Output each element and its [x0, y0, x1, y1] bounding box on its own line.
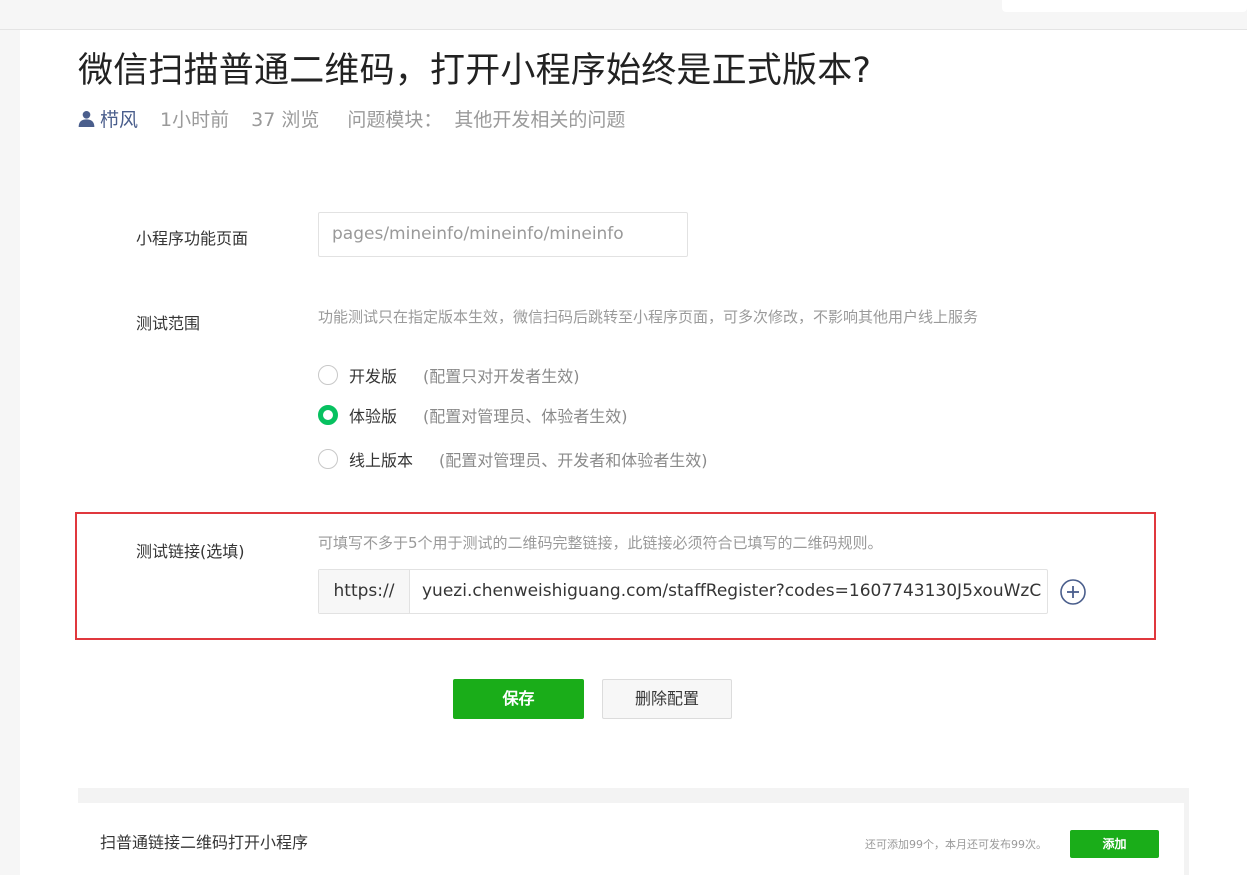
add-circle-icon[interactable]: [1059, 578, 1087, 606]
test-link-label: 测试链接(选填): [136, 542, 245, 561]
module-value[interactable]: 其他开发相关的问题: [454, 105, 625, 132]
delete-config-button[interactable]: 删除配置: [602, 679, 732, 719]
page-path-label: 小程序功能页面: [136, 229, 249, 248]
user-icon: [78, 110, 95, 127]
post-time: 1小时前: [160, 108, 230, 131]
page-title: 微信扫描普通二维码，打开小程序始终是正式版本?: [78, 51, 872, 91]
save-button[interactable]: 保存: [453, 679, 584, 719]
radio-button[interactable]: [318, 449, 338, 469]
qrcode-panel: 扫普通链接二维码打开小程序 还可添加99个，本月还可发布99次。 添加: [78, 788, 1189, 875]
author-link[interactable]: 栉风: [78, 105, 138, 132]
add-button[interactable]: 添加: [1070, 830, 1159, 858]
radio-button-checked[interactable]: [318, 405, 338, 425]
panel-title: 扫普通链接二维码打开小程序: [100, 833, 309, 852]
question-meta: 栉风 1小时前 37 浏览 问题模块： 其他开发相关的问题: [78, 104, 625, 132]
question-card: 微信扫描普通二维码，打开小程序始终是正式版本? 栉风 1小时前 37 浏览 问题…: [20, 30, 1247, 875]
scope-option-note: (配置对管理员、体验者生效): [423, 407, 628, 426]
module-label: 问题模块：: [347, 108, 443, 131]
page-path-input[interactable]: pages/mineinfo/mineinfo/mineinfo: [318, 212, 688, 257]
scope-option-label: 线上版本: [349, 451, 414, 470]
view-count: 37 浏览: [251, 108, 320, 131]
quota-text: 还可添加99个，本月还可发布99次。: [865, 838, 1047, 851]
test-scope-description: 功能测试只在指定版本生效，微信扫码后跳转至小程序页面，可多次修改，不影响其他用户…: [318, 308, 979, 326]
scope-option-note: (配置对管理员、开发者和体验者生效): [439, 451, 708, 470]
test-link-input[interactable]: yuezi.chenweishiguang.com/staffRegister?…: [410, 570, 1047, 613]
search-box[interactable]: [1002, 0, 1247, 12]
url-prefix: https://: [319, 570, 410, 613]
top-bar: [0, 0, 1247, 30]
scope-option-trial[interactable]: 体验版 (配置对管理员、体验者生效): [318, 403, 628, 427]
test-link-input-group: https:// yuezi.chenweishiguang.com/staff…: [318, 569, 1048, 614]
radio-button[interactable]: [318, 365, 338, 385]
author-name: 栉风: [100, 108, 139, 131]
scope-option-label: 体验版: [349, 407, 398, 426]
scope-option-label: 开发版: [349, 367, 398, 386]
test-scope-label: 测试范围: [136, 314, 201, 333]
scope-option-note: (配置只对开发者生效): [423, 367, 580, 386]
scope-option-release[interactable]: 线上版本 (配置对管理员、开发者和体验者生效): [318, 447, 708, 471]
qrcode-panel-content: 扫普通链接二维码打开小程序 还可添加99个，本月还可发布99次。 添加: [78, 803, 1184, 875]
scope-option-dev[interactable]: 开发版 (配置只对开发者生效): [318, 363, 580, 387]
test-link-hint: 可填写不多于5个用于测试的二维码完整链接，此链接必须符合已填写的二维码规则。: [318, 534, 883, 552]
